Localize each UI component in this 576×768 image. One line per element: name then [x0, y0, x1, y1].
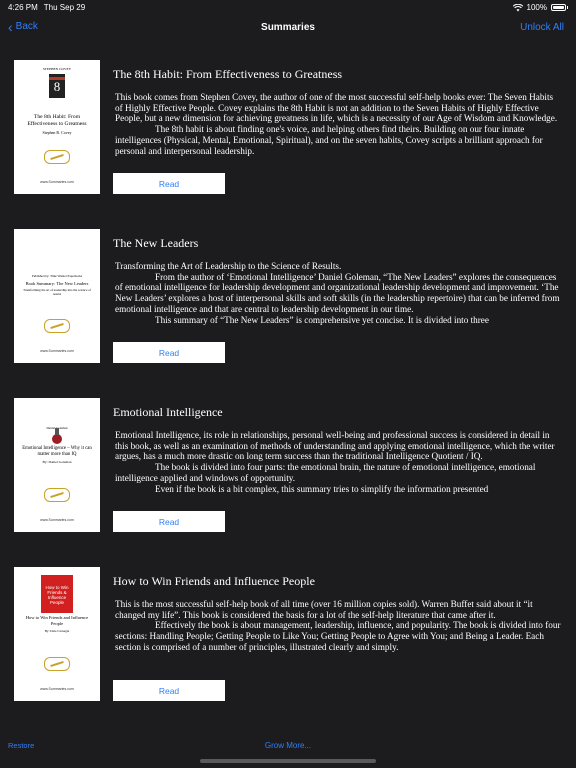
cover-publisher: www.Summaries.com — [40, 180, 74, 184]
book-summary: This is the most successful self-help bo… — [115, 599, 562, 663]
read-button[interactable]: Read — [113, 342, 225, 363]
summary-paragraph: Effectively the book is about management… — [115, 620, 561, 652]
publisher-logo-icon — [44, 150, 70, 164]
cover-author: By: Daniel Goleman — [42, 460, 72, 464]
medal-icon — [52, 428, 62, 444]
cover-number: 8 — [53, 79, 61, 94]
cover-publisher: www.Summaries.com — [40, 687, 74, 691]
summary-paragraph: This summary of “The New Leaders” is com… — [155, 314, 489, 325]
unlock-all-button[interactable]: Unlock All — [520, 22, 564, 33]
publisher-logo-icon — [44, 319, 70, 333]
cover-title: How to Win Friends and Influence People — [25, 615, 89, 626]
home-indicator[interactable] — [200, 759, 376, 763]
publisher-logo-icon — [44, 488, 70, 502]
summary-paragraph: This book comes from Stephen Covey, the … — [115, 92, 558, 124]
summary-card-emotional-intelligence: Daniel Goleman Emotional Intelligence – … — [14, 380, 562, 532]
summary-card-8th-habit: 8 STEPHEN COVEY The 8th Habit: From Effe… — [14, 42, 562, 194]
summaries-list[interactable]: 8 STEPHEN COVEY The 8th Habit: From Effe… — [0, 42, 576, 732]
cover-brand: Published by: Time Warner Paperbacks — [31, 274, 83, 278]
summary-paragraph: Transforming the Art of Leadership to th… — [115, 261, 342, 271]
navigation-bar: ‹ Back Summaries Unlock All — [0, 14, 576, 42]
cover-title: The 8th Habit: From Effectiveness to Gre… — [27, 114, 87, 127]
battery-tip-icon — [567, 6, 568, 9]
wifi-icon — [512, 3, 523, 11]
read-button[interactable]: Read — [113, 511, 225, 532]
cover-author: By: Dale Carnegie — [44, 629, 70, 633]
battery-percent: 100% — [526, 3, 547, 12]
status-date: Thu Sep 29 — [43, 3, 86, 12]
read-button[interactable]: Read — [113, 680, 225, 701]
book-title: Emotional Intelligence — [113, 405, 223, 419]
status-time: 4:26 PM — [8, 3, 38, 12]
book-cover-win-friends: How to Win Friends & Influence People Ho… — [14, 567, 100, 701]
summary-paragraph: The 8th habit is about finding one's voi… — [115, 124, 543, 156]
summary-paragraph: Emotional Intelligence, its role in rela… — [115, 430, 555, 462]
cover-title: Emotional Intelligence – Why it can matt… — [22, 446, 92, 457]
cover-publisher: www.Summaries.com — [40, 518, 74, 522]
cover-author: Transforming the art of leadership into … — [23, 288, 91, 296]
cover-brand: STEPHEN COVEY — [42, 67, 72, 71]
summary-paragraph: This is the most successful self-help bo… — [115, 599, 533, 620]
book-cover-new-leaders: Published by: Time Warner Paperbacks Boo… — [14, 229, 100, 363]
summary-paragraph: Even if the book is a bit complex, this … — [155, 483, 489, 494]
grow-more-button[interactable]: Grow More... — [0, 741, 576, 750]
book-cover-8th-habit: 8 STEPHEN COVEY The 8th Habit: From Effe… — [14, 60, 100, 194]
status-left: 4:26 PM Thu Sep 29 — [8, 3, 85, 12]
status-right: 100% — [512, 3, 568, 12]
read-button[interactable]: Read — [113, 173, 225, 194]
book-title: How to Win Friends and Influence People — [113, 574, 315, 588]
book-summary: Emotional Intelligence, its role in rela… — [115, 430, 562, 494]
bottom-bar: Restore Grow More... — [0, 732, 576, 768]
book-title: The 8th Habit: From Effectiveness to Gre… — [113, 67, 343, 81]
book-summary: Transforming the Art of Leadership to th… — [115, 261, 562, 325]
summary-card-win-friends: How to Win Friends & Influence People Ho… — [14, 549, 562, 701]
summary-paragraph: From the author of ‘Emotional Intelligen… — [115, 271, 560, 314]
book-summary: This book comes from Stephen Covey, the … — [115, 92, 562, 156]
page-title: Summaries — [261, 22, 315, 33]
cover-title: Book Summary: The New Leaders — [25, 281, 89, 286]
cover-brand: How to Win Friends & Influence People — [45, 585, 69, 605]
summary-card-new-leaders: Published by: Time Warner Paperbacks Boo… — [14, 211, 562, 363]
cover-publisher: www.Summaries.com — [40, 349, 74, 353]
publisher-logo-icon — [44, 657, 70, 671]
book-cover-emotional-intelligence: Daniel Goleman Emotional Intelligence – … — [14, 398, 100, 532]
summary-paragraph: The book is divided into four parts: the… — [115, 462, 536, 483]
book-title: The New Leaders — [113, 236, 199, 250]
battery-icon — [551, 4, 566, 11]
status-bar: 4:26 PM Thu Sep 29 100% — [0, 0, 576, 14]
cover-author: Stephen R. Covey — [42, 130, 72, 135]
